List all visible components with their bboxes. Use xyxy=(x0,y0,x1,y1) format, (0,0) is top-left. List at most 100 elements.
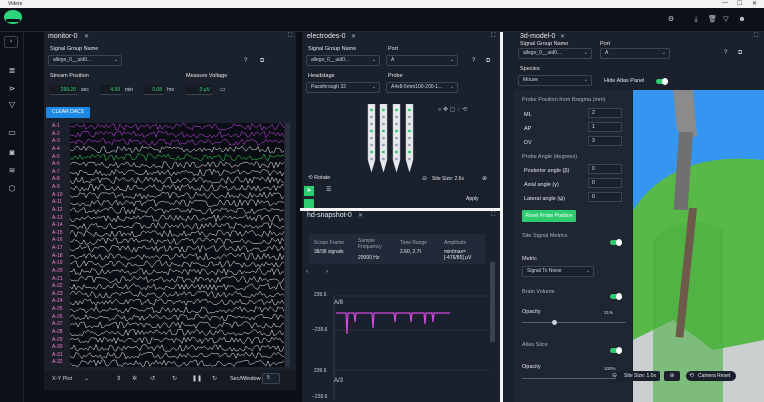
channel-label[interactable]: A-3 xyxy=(52,138,60,144)
help-icon[interactable]: ? xyxy=(244,58,247,64)
probe-site[interactable] xyxy=(382,143,385,147)
channel-label[interactable]: A-29 xyxy=(52,337,63,343)
probe-site[interactable] xyxy=(408,157,411,161)
tab-electrodes[interactable]: electrodes-0 xyxy=(307,33,346,43)
trash-icon[interactable]: 🗑 xyxy=(708,16,717,24)
download-icon[interactable]: ⤓ xyxy=(692,16,700,24)
channel-label[interactable]: A-2 xyxy=(52,131,60,137)
external-link-icon[interactable]: ⧉ xyxy=(486,58,490,65)
channel-label[interactable]: A-16 xyxy=(52,237,63,243)
signal-group-select[interactable]: allego_0__uid0... ⌄ xyxy=(306,55,380,66)
probe-site[interactable] xyxy=(395,108,398,112)
probe-site[interactable] xyxy=(408,136,411,140)
channel-label[interactable]: A-32 xyxy=(52,359,63,365)
brain-3d-view[interactable] xyxy=(633,90,764,402)
brain-volume-toggle[interactable] xyxy=(610,293,622,300)
channel-label[interactable]: A-26 xyxy=(52,314,63,320)
metric-select[interactable]: Signal To Noise ⌄ xyxy=(522,266,594,277)
clear-dacs-button[interactable]: CLEAR DACS xyxy=(46,107,90,118)
dv-input[interactable]: 3 xyxy=(588,136,622,146)
help-icon[interactable]: ? xyxy=(724,50,727,56)
channel-label[interactable]: A-23 xyxy=(52,291,63,297)
replay-icon[interactable]: ↻ xyxy=(172,375,177,382)
port-select[interactable]: A ⌄ xyxy=(386,55,458,66)
lateral-angle-input[interactable]: 0 xyxy=(588,192,622,202)
sec-input[interactable]: 299.20 xyxy=(50,85,78,95)
opacity-slider-knob[interactable] xyxy=(551,320,557,325)
plot-type-select[interactable]: X-Y Plot xyxy=(52,376,72,382)
help-icon[interactable]: ? xyxy=(472,58,475,64)
channel-label[interactable]: A-18 xyxy=(52,253,63,259)
probe-site[interactable] xyxy=(408,129,411,133)
channel-label[interactable]: A-25 xyxy=(52,306,63,312)
fullscreen-icon[interactable]: ⛶ xyxy=(754,33,758,40)
atlas-slice-toggle[interactable] xyxy=(610,347,622,354)
probe-site[interactable] xyxy=(382,136,385,140)
probe-site[interactable] xyxy=(382,115,385,119)
snapshot-scrollbar[interactable] xyxy=(490,262,495,342)
maximize-button[interactable]: ☐ xyxy=(737,0,742,7)
channel-label[interactable]: A-4 xyxy=(52,146,60,152)
probe-site[interactable] xyxy=(382,157,385,161)
settings-icon[interactable]: ✲ xyxy=(132,375,137,382)
rewind-icon[interactable]: ↺ xyxy=(150,375,155,382)
probe-site[interactable] xyxy=(370,136,373,140)
probe-site[interactable] xyxy=(408,143,411,147)
zoom-in-icon[interactable]: ⊕ xyxy=(482,175,487,182)
channel-label[interactable]: A-31 xyxy=(52,352,63,358)
channel-label[interactable]: A-24 xyxy=(52,298,63,304)
channel-label[interactable]: A-11 xyxy=(52,199,62,205)
channel-label[interactable]: A-1 xyxy=(52,123,60,129)
hrs-input[interactable]: 0.08 xyxy=(144,85,164,95)
min-input[interactable]: 4.99 xyxy=(100,85,122,95)
probe-site[interactable] xyxy=(395,157,398,161)
channel-label[interactable]: A-8 xyxy=(52,176,60,182)
headstage-select[interactable]: Passthrough 32 ⌄ xyxy=(306,82,380,93)
channel-label[interactable]: A-27 xyxy=(52,321,63,327)
zoom-icon[interactable]: ⌕ xyxy=(438,107,441,113)
probe-site[interactable] xyxy=(395,136,398,140)
close-window-button[interactable]: ✕ xyxy=(752,0,757,7)
funnel-icon[interactable]: ▽ xyxy=(6,100,18,110)
channel-label[interactable]: A-20 xyxy=(52,268,63,274)
channel-label[interactable]: A-10 xyxy=(52,192,63,198)
database-icon[interactable]: ≣ xyxy=(6,66,18,76)
camera-reset-button[interactable]: ⟲ Camera Reset xyxy=(686,371,736,381)
channel-label[interactable]: A-30 xyxy=(52,344,63,350)
sec-window-select[interactable]: 5 xyxy=(262,373,280,384)
filter-icon[interactable]: ▽ xyxy=(722,16,730,24)
channel-label[interactable]: A-15 xyxy=(52,230,63,236)
probe-site[interactable] xyxy=(382,129,385,133)
fullscreen-icon[interactable]: ⛶ xyxy=(288,33,292,40)
probe-shanks-diagram[interactable] xyxy=(360,104,420,176)
expand-sidebar-button[interactable]: › xyxy=(4,36,18,48)
probe-site[interactable] xyxy=(370,143,373,147)
waveform-icon[interactable]: ≋ xyxy=(6,166,18,176)
ml-input[interactable]: 2 xyxy=(588,108,622,118)
trace-area[interactable] xyxy=(69,122,285,368)
opacity-slider[interactable] xyxy=(522,322,626,323)
list-settings-icon[interactable]: ☰ xyxy=(326,186,331,193)
probe-site[interactable] xyxy=(382,150,385,154)
reset-view-icon[interactable]: ⟲ xyxy=(462,107,467,113)
external-link-icon[interactable]: ⧉ xyxy=(260,58,264,65)
apply-button[interactable]: Apply xyxy=(466,196,479,202)
zoom-out-icon[interactable]: ⊖ xyxy=(612,372,617,379)
fullscreen-icon[interactable]: ⛶ xyxy=(491,33,495,40)
port-select[interactable]: A ⌄ xyxy=(600,48,670,59)
probe-site[interactable] xyxy=(395,129,398,133)
cube-icon[interactable]: ⬡ xyxy=(6,184,18,194)
gear-icon[interactable]: ⚙ xyxy=(667,16,675,24)
signal-group-select[interactable]: allego_0__uid0... ⌄ xyxy=(518,48,592,59)
chevron-left-icon[interactable]: ‹ xyxy=(306,269,308,275)
tab-monitor[interactable]: monitor-0 xyxy=(48,33,78,43)
stream-icon[interactable]: ⋗ xyxy=(6,84,18,94)
chevron-right-icon[interactable]: › xyxy=(326,269,328,275)
probe-site[interactable] xyxy=(370,115,373,119)
probe-site[interactable] xyxy=(370,157,373,161)
channel-label[interactable]: A-9 xyxy=(52,184,60,190)
probe-site[interactable] xyxy=(370,122,373,126)
probe-site[interactable] xyxy=(395,150,398,154)
pan-tool-icon[interactable] xyxy=(304,199,314,208)
probe-site[interactable] xyxy=(382,122,385,126)
